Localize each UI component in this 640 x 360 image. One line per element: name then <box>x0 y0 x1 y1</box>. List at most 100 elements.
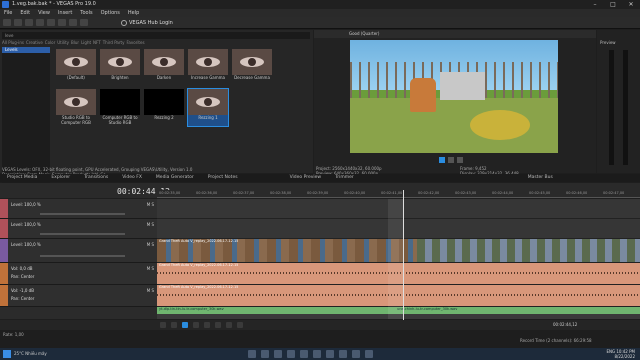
fx-tab[interactable]: Utility <box>57 40 69 46</box>
fx-tab[interactable]: Blur <box>71 40 79 46</box>
vegas-app-icon <box>2 1 9 8</box>
tab-transitions[interactable]: Transitions <box>77 174 115 182</box>
master-label: Preview <box>600 40 616 45</box>
video-preview-pane: Good (Quarter) Project: 2560x1440x32, 60… <box>314 30 596 176</box>
close-icon[interactable]: ✕ <box>622 0 640 9</box>
app-icon[interactable] <box>339 350 347 358</box>
video-frame <box>350 40 558 153</box>
level-meter <box>623 50 628 165</box>
fx-tab[interactable]: Favorites <box>126 40 144 46</box>
taskbar-apps <box>248 350 373 358</box>
track-header[interactable]: Level: 100,0 % M S <box>0 219 157 239</box>
app-icon[interactable] <box>352 350 360 358</box>
preset-thumb-selected[interactable]: Rezzing 1 <box>187 88 229 127</box>
time-ruler[interactable]: 00:02:35,00 00:02:36,00 00:02:37,00 00:0… <box>157 190 640 198</box>
preview-toolbar: Good (Quarter) <box>314 30 596 38</box>
title-bar: 1.veg.bak.bak * - VEGAS Pro 19.0 – □ ✕ <box>0 0 640 9</box>
preset-thumb[interactable]: Decrease Gamma <box>232 49 272 86</box>
scissors-icon[interactable] <box>80 19 88 26</box>
tab-video-preview[interactable]: Video Preview <box>283 174 329 182</box>
undo-icon[interactable] <box>47 19 55 26</box>
cursor-icon[interactable] <box>69 19 77 26</box>
menu-insert[interactable]: Insert <box>54 9 76 17</box>
video-clip[interactable] <box>417 239 640 262</box>
loop-icon[interactable] <box>171 322 177 328</box>
stop-icon[interactable] <box>457 157 463 163</box>
rate-label: Rate: 1,00 <box>3 332 24 337</box>
video-clip[interactable]: Grand Theft Auto V_replay_2022.06.17-12.… <box>157 239 417 262</box>
fx-tab[interactable]: Light <box>81 40 91 46</box>
pause-icon[interactable] <box>204 322 210 328</box>
tab-project-media[interactable]: Project Media <box>0 174 44 182</box>
app-icon[interactable] <box>365 350 373 358</box>
app-icon[interactable] <box>326 350 334 358</box>
play-icon[interactable] <box>182 322 188 328</box>
fx-tab[interactable]: Third Party <box>103 40 125 46</box>
preset-thumb[interactable]: Computer RGB to Studio RGB <box>100 89 140 126</box>
fx-tab[interactable]: Color <box>45 40 55 46</box>
windows-start-icon[interactable] <box>3 350 11 358</box>
track-header[interactable]: Vol: 0,0 dB Pan: Center M S <box>0 263 157 285</box>
hub-login-button[interactable]: VEGAS Hub Login <box>121 19 173 26</box>
master-bus-pane: Preview <box>597 30 640 173</box>
minimize-icon[interactable]: – <box>586 0 604 9</box>
tab-master-bus[interactable]: Master Bus <box>521 174 560 182</box>
mail-icon[interactable] <box>300 350 308 358</box>
menu-file[interactable]: File <box>0 9 16 17</box>
preset-thumb[interactable]: Increase Gamma <box>188 49 228 86</box>
open-icon[interactable] <box>14 19 22 26</box>
record-icon[interactable] <box>160 322 166 328</box>
panel-tabs: Project Media Explorer Transitions Video… <box>0 174 640 182</box>
menu-options[interactable]: Options <box>97 9 124 17</box>
menu-bar: File Edit View Insert Tools Options Help <box>0 9 640 17</box>
tab-trimmer[interactable]: Trimmer <box>328 174 361 182</box>
tab-project-notes[interactable]: Project Notes <box>201 174 245 182</box>
menu-help[interactable]: Help <box>124 9 143 17</box>
fx-tab[interactable]: NFT <box>93 40 101 46</box>
preset-thumb[interactable]: Brighten <box>100 49 140 86</box>
tab-video-fx[interactable]: Video FX <box>115 174 149 182</box>
record-time: Record Time (2 channels): 66:29:58 <box>520 338 592 343</box>
track-header[interactable]: Vol: -1,0 dB Pan: Center M S <box>0 285 157 307</box>
render-icon[interactable] <box>36 19 44 26</box>
save-icon[interactable] <box>25 19 33 26</box>
go-end-icon[interactable] <box>237 322 243 328</box>
playhead-cursor[interactable] <box>403 190 404 320</box>
transport-buttons <box>160 322 243 328</box>
fx-tree-item-levels[interactable]: Levels <box>2 47 50 53</box>
vegas-taskbar-icon[interactable] <box>313 350 321 358</box>
loop-region[interactable] <box>388 199 403 319</box>
weather-widget[interactable]: 25°C Nhiều mây <box>14 351 47 356</box>
track-header[interactable]: Level: 100,0 % M S <box>0 199 157 219</box>
explorer-icon[interactable] <box>274 350 282 358</box>
pause-icon[interactable] <box>448 157 454 163</box>
redo-icon[interactable] <box>58 19 66 26</box>
play-icon[interactable] <box>439 157 445 163</box>
tab-media-generator[interactable]: Media Generator <box>149 174 201 182</box>
preset-thumb[interactable]: Rezzing 2 <box>144 89 184 126</box>
menu-edit[interactable]: Edit <box>16 9 34 17</box>
track-header[interactable]: Level: 100,0 % M S <box>0 239 157 263</box>
tab-explorer[interactable]: Explorer <box>44 174 77 182</box>
menu-tools[interactable]: Tools <box>76 9 96 17</box>
preview-quality-select[interactable]: Good (Quarter) <box>349 31 379 36</box>
task-view-icon[interactable] <box>261 350 269 358</box>
window-controls: – □ ✕ <box>586 0 640 9</box>
preset-thumb[interactable]: Studio RGB to Computer RGB <box>56 89 96 126</box>
preview-controls <box>439 157 463 163</box>
stop-icon[interactable] <box>215 322 221 328</box>
preset-thumb[interactable]: Darken <box>144 49 184 86</box>
go-start-icon[interactable] <box>226 322 232 328</box>
system-tray[interactable]: ENG 10:42 PM 8/22/2022 <box>606 349 635 359</box>
fx-tab[interactable]: Creative <box>26 40 43 46</box>
new-icon[interactable] <box>3 19 11 26</box>
browser-icon[interactable] <box>287 350 295 358</box>
search-icon[interactable] <box>248 350 256 358</box>
fx-search-input[interactable]: leve <box>2 32 310 39</box>
play-from-start-icon[interactable] <box>193 322 199 328</box>
fx-tab[interactable]: All Plug-ins <box>2 40 24 46</box>
menu-view[interactable]: View <box>34 9 54 17</box>
vegas-window: 1.veg.bak.bak * - VEGAS Pro 19.0 – □ ✕ F… <box>0 0 640 360</box>
preset-thumb[interactable]: (Default) <box>56 49 96 86</box>
maximize-icon[interactable]: □ <box>604 0 622 9</box>
